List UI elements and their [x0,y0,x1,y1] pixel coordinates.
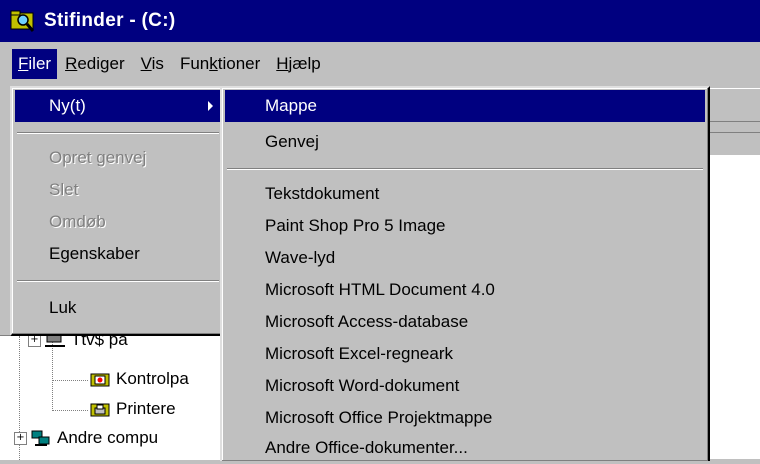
tree-item-label: Printere [116,399,176,418]
window-title: Stifinder - (C:) [44,10,176,31]
menu-item-label: Omdøb [49,212,106,231]
menu-item-label: Microsoft Access-database [265,312,469,331]
tree-item-label: Andre compu [57,428,159,447]
menu-item-label: Wave-lyd [265,248,336,267]
menu-separator [17,280,219,282]
submenu-item-wave-sound[interactable]: Wave-lyd [225,242,705,274]
submenu-item-shortcut[interactable]: Genvej [225,126,705,158]
tree-item[interactable]: Printere [90,399,176,419]
submenu-item-folder[interactable]: Mappe [225,90,705,122]
menu-item-label: Ny(t) [49,96,86,115]
menu-item-label: Slet [49,180,79,199]
menu-item-delete[interactable]: Slet [15,174,221,206]
submenu-arrow-icon [208,101,213,111]
menu-item-rename[interactable]: Omdøb [15,206,221,238]
submenu-item-office-binder[interactable]: Microsoft Office Projektmappe [225,402,705,434]
tree-item[interactable]: Kontrolpa [90,369,189,389]
submenu-item-word-document[interactable]: Microsoft Word-dokument [225,370,705,402]
menu-separator [227,168,703,170]
submenu-item-other-office-documents[interactable]: Andre Office-dokumenter... [225,432,705,464]
tree-item[interactable]: + Andre compu [14,428,158,448]
file-list-pane[interactable] [706,156,760,459]
menu-item-properties[interactable]: Egenskaber [15,238,221,270]
menu-item-close[interactable]: Luk [15,292,221,324]
menu-item-create-shortcut[interactable]: Opret genvej [15,142,221,174]
menu-view[interactable]: Vis [133,49,172,79]
file-menu: Ny(t) Opret genvej Slet Omdøb Egenskaber… [10,86,226,336]
menu-item-label: Genvej [265,132,319,151]
explorer-app-icon [10,8,36,34]
submenu-item-excel-worksheet[interactable]: Microsoft Excel-regneark [225,338,705,370]
submenu-item-psp-image[interactable]: Paint Shop Pro 5 Image [225,210,705,242]
menu-tools[interactable]: Funktioner [172,49,268,79]
new-submenu: Mappe Genvej Tekstdokument Paint Shop Pr… [220,86,710,461]
menu-item-label: Andre Office-dokumenter... [265,438,468,457]
tree-item-label: Kontrolpa [116,369,189,388]
menu-item-label: Mappe [265,96,317,115]
address-strip [706,132,760,156]
submenu-item-text-document[interactable]: Tekstdokument [225,178,705,210]
menu-item-label: Microsoft Office Projektmappe [265,408,493,427]
menu-item-label: Microsoft Word-dokument [265,376,460,395]
menu-item-label: Paint Shop Pro 5 Image [265,216,446,235]
submenu-item-access-database[interactable]: Microsoft Access-database [225,306,705,338]
menu-item-label: Egenskaber [49,244,140,263]
menu-separator [17,132,219,134]
menu-item-label: Luk [49,298,77,317]
control-panel-folder-icon [90,370,110,388]
menu-edit[interactable]: Rediger [57,49,133,79]
menu-item-new[interactable]: Ny(t) [15,90,221,122]
expand-icon[interactable]: + [14,431,27,445]
submenu-item-html-document[interactable]: Microsoft HTML Document 4.0 [225,274,705,306]
menu-item-label: Microsoft Excel-regneark [265,344,454,363]
folder-tree[interactable]: + Ttv$ på Kontrolpa Printere + Andre com… [0,330,230,460]
menu-item-label: Opret genvej [49,148,147,167]
title-bar[interactable]: Stifinder - (C:) [0,0,760,42]
menu-file[interactable]: Filer [12,49,58,79]
menu-item-label: Microsoft HTML Document 4.0 [265,280,495,299]
network-computers-icon [31,429,51,447]
printer-folder-icon [90,400,110,418]
menu-bar: Filer Rediger Vis Funktioner Hjælp [0,46,760,82]
menu-item-label: Tekstdokument [265,184,380,203]
toolbar-strip [706,88,760,122]
menu-help[interactable]: Hjælp [268,49,328,79]
